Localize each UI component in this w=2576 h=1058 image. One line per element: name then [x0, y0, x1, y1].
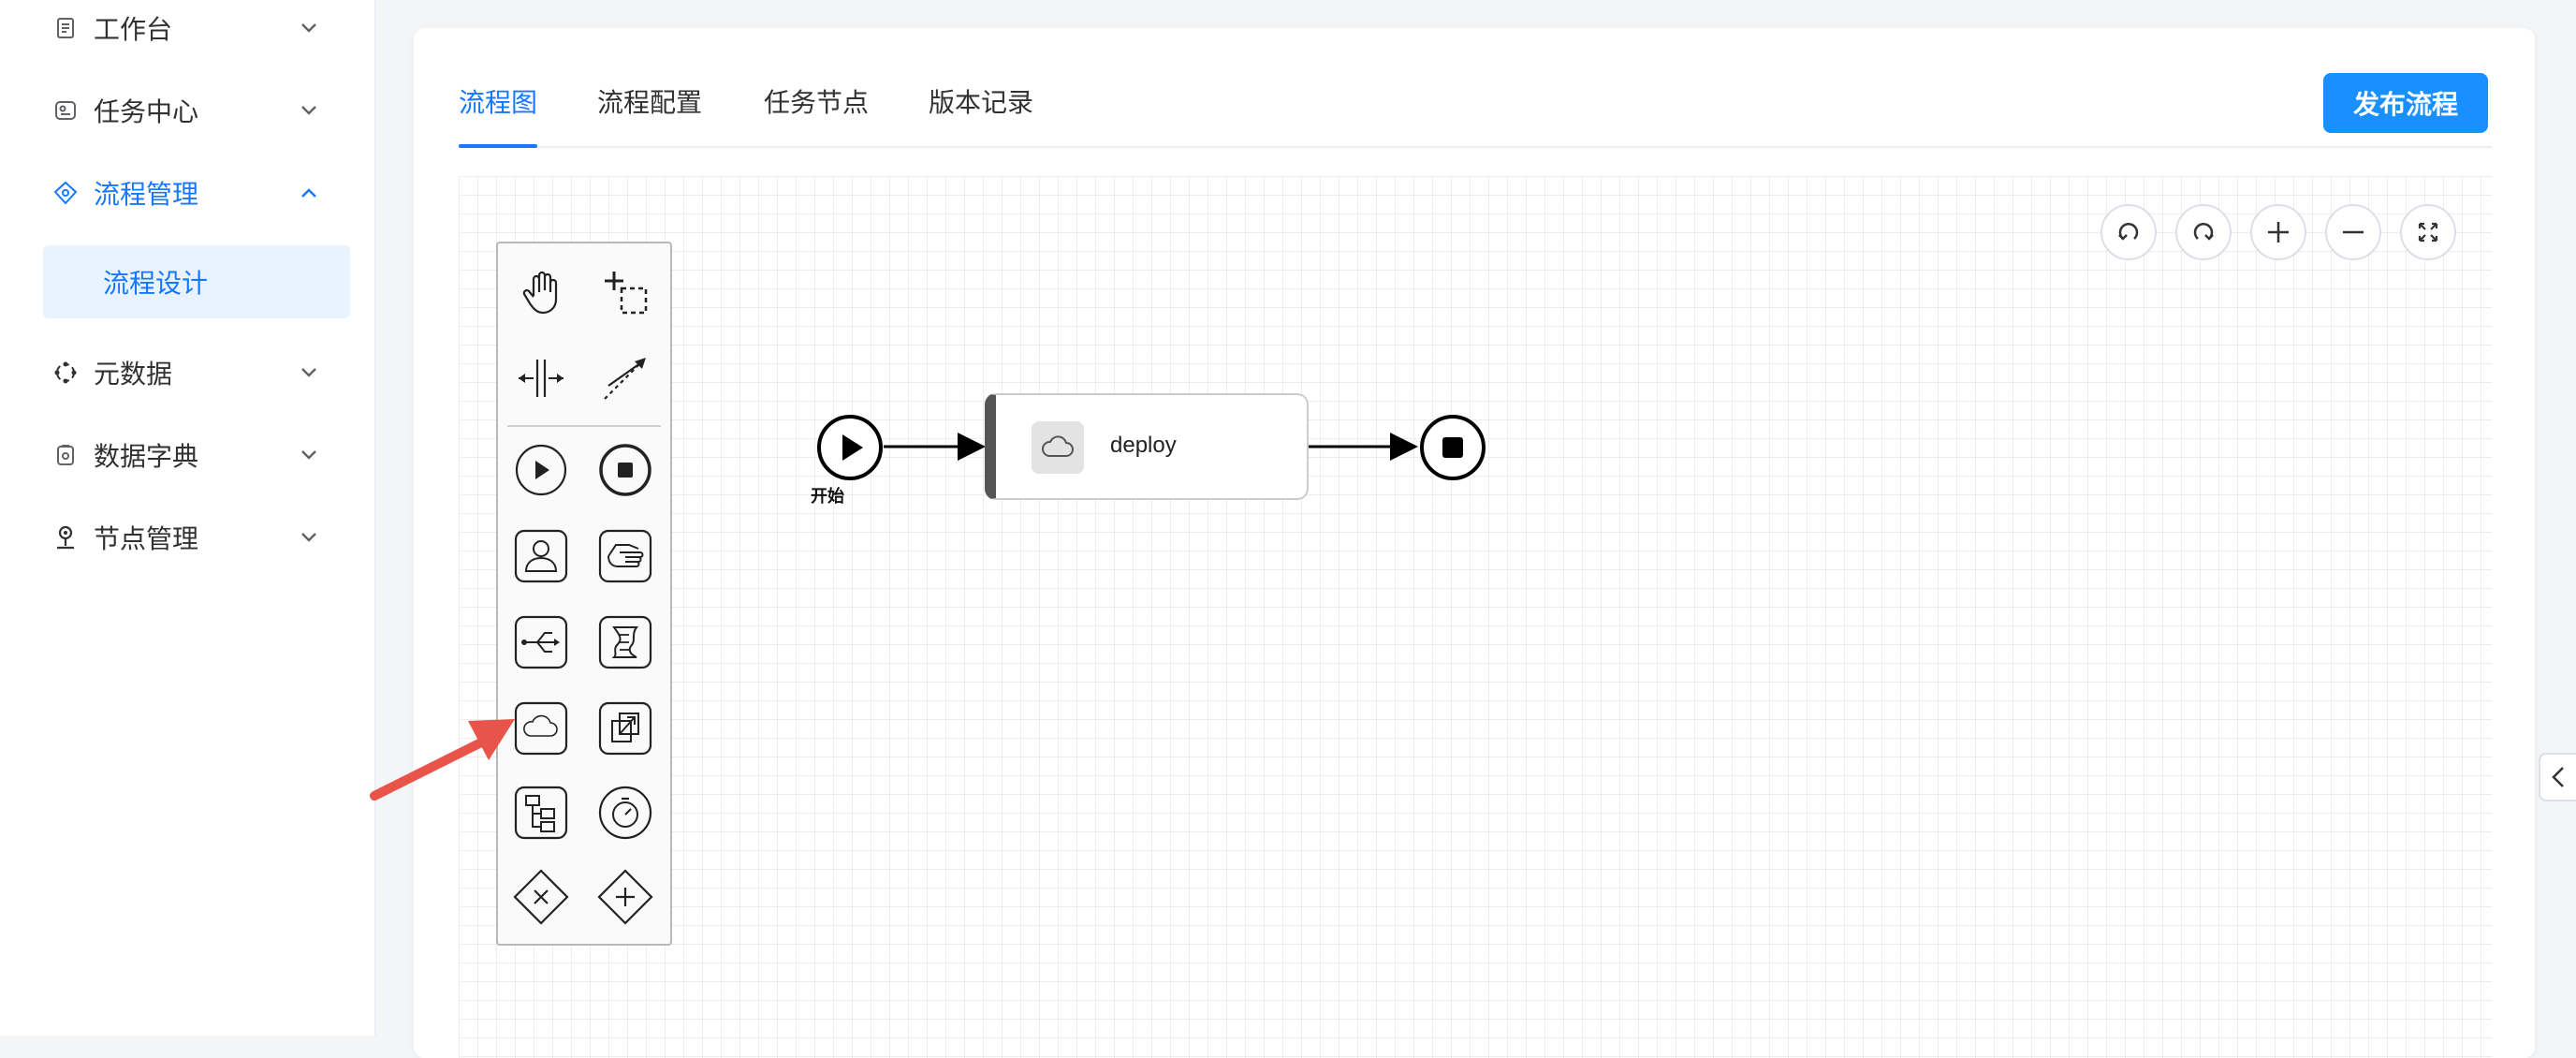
- sidebar-item-data-dictionary[interactable]: 数据字典: [0, 418, 374, 492]
- cloud-icon: [1032, 421, 1084, 474]
- dictionary-icon: [52, 442, 79, 468]
- script-task-icon[interactable]: [595, 612, 655, 672]
- redo-icon: [2193, 223, 2214, 241]
- tab-version-history[interactable]: 版本记录: [929, 82, 1033, 120]
- call-activity-icon[interactable]: [595, 698, 655, 758]
- undo-button[interactable]: [2100, 204, 2157, 260]
- tab-flow-diagram[interactable]: 流程图: [459, 82, 537, 120]
- sidebar-item-node-management[interactable]: 节点管理: [0, 500, 374, 575]
- zoom-out-icon: [2343, 230, 2364, 234]
- task-label: deploy: [1110, 433, 1177, 458]
- service-task-node[interactable]: deploy: [985, 393, 1309, 500]
- document-icon: [52, 15, 79, 41]
- sidebar-subitem-flow-design[interactable]: 流程设计: [43, 245, 350, 318]
- sidebar-item-task-center[interactable]: 任务中心: [0, 73, 374, 148]
- lasso-tool-icon[interactable]: [595, 262, 655, 322]
- hand-tool-icon[interactable]: [511, 262, 571, 322]
- zoom-out-button[interactable]: [2325, 204, 2381, 260]
- location-pin-icon: [52, 524, 79, 551]
- undo-icon: [2118, 223, 2139, 241]
- start-event-label: 开始: [811, 487, 844, 507]
- sidebar-item-label: 元数据: [94, 359, 173, 389]
- sidebar-subitem-label: 流程设计: [103, 268, 209, 299]
- sidebar-item-label: 节点管理: [94, 523, 199, 554]
- manual-task-icon[interactable]: [595, 526, 655, 586]
- fit-screen-button[interactable]: [2400, 204, 2456, 260]
- start-event[interactable]: [816, 414, 884, 481]
- metadata-icon: [52, 360, 79, 386]
- tab-flow-config[interactable]: 流程配置: [597, 82, 702, 120]
- sidebar-item-flow-management[interactable]: 流程管理: [0, 155, 374, 230]
- sidebar-item-label: 数据字典: [94, 441, 199, 472]
- chevron-up-icon: [301, 188, 316, 198]
- start-event-icon[interactable]: [511, 440, 571, 500]
- end-event[interactable]: [1419, 414, 1486, 481]
- tab-task-nodes[interactable]: 任务节点: [764, 82, 869, 120]
- main-card: 流程图 流程配置 任务节点 版本记录 发布流程 开始 deploy: [414, 28, 2535, 1058]
- collapse-panel-button[interactable]: [2539, 753, 2576, 801]
- annotation-arrow: [370, 719, 515, 801]
- palette-divider: [507, 425, 661, 427]
- bpmn-canvas[interactable]: 开始 deploy: [459, 176, 2492, 1058]
- zoom-in-button[interactable]: [2250, 204, 2306, 260]
- publish-flow-button[interactable]: 发布流程: [2323, 73, 2488, 133]
- end-event-icon[interactable]: [595, 440, 655, 500]
- diagram-connectors: [884, 433, 1418, 461]
- exclusive-gateway-icon[interactable]: [511, 867, 571, 927]
- space-tool-icon[interactable]: [511, 348, 571, 408]
- task-center-icon: [52, 97, 79, 124]
- sidebar-item-label: 工作台: [94, 14, 173, 45]
- sidebar-item-metadata[interactable]: 元数据: [0, 335, 374, 410]
- chevron-down-icon: [301, 450, 316, 460]
- service-task-icon[interactable]: [511, 612, 571, 672]
- sidebar-item-label: 流程管理: [94, 179, 199, 210]
- element-palette: [496, 242, 672, 946]
- chevron-left-icon: [2552, 767, 2564, 787]
- redo-button[interactable]: [2175, 204, 2232, 260]
- sidebar: 工作台 任务中心 流程管理 流程设计 元数据 数据字典 节点管理: [0, 0, 376, 1036]
- timer-event-icon[interactable]: [595, 783, 655, 843]
- flow-icon: [52, 180, 79, 206]
- sidebar-item-workbench[interactable]: 工作台: [0, 0, 374, 66]
- active-tab-indicator: [459, 144, 537, 148]
- chevron-down-icon: [301, 23, 316, 33]
- fit-screen-icon: [2418, 222, 2438, 242]
- parallel-gateway-icon[interactable]: [595, 867, 655, 927]
- chevron-down-icon: [301, 106, 316, 115]
- tab-bar: 流程图 流程配置 任务节点 版本记录: [459, 28, 2492, 148]
- connect-tool-icon[interactable]: [595, 348, 655, 408]
- zoom-in-icon: [2268, 222, 2289, 242]
- chevron-down-icon: [301, 533, 316, 542]
- user-task-icon[interactable]: [511, 526, 571, 586]
- sidebar-item-label: 任务中心: [94, 96, 199, 127]
- chevron-down-icon: [301, 368, 316, 377]
